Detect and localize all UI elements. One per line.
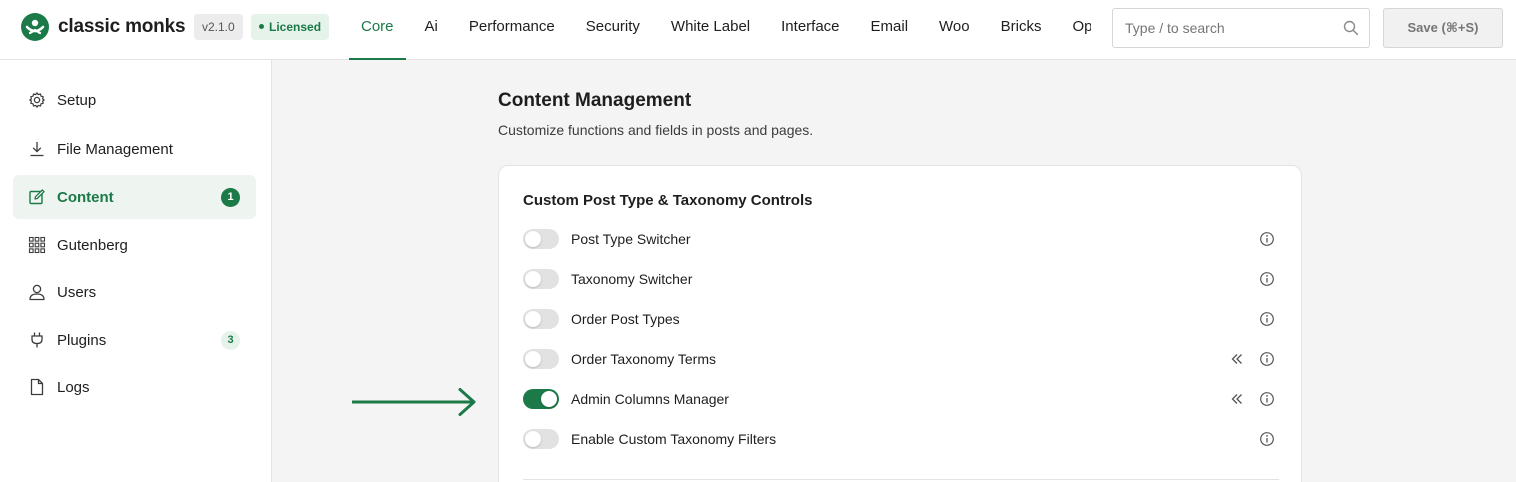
info-icon[interactable] [1259, 311, 1275, 332]
sidebar-item-users[interactable]: Users [13, 270, 256, 314]
download-icon [28, 140, 46, 158]
taxonomy-switcher-toggle[interactable] [523, 269, 559, 289]
sidebar-item-label: File Management [57, 140, 173, 158]
plug-icon [28, 331, 46, 349]
page-title: Content Management [498, 90, 692, 111]
sidebar-item-label: Plugins [57, 331, 107, 349]
sidebar-item-setup[interactable]: Setup [13, 78, 256, 122]
setting-row: Post Type Switcher [523, 227, 1279, 251]
info-icon[interactable] [1259, 271, 1275, 292]
info-icon[interactable] [1259, 231, 1275, 252]
status-dot-icon [259, 24, 264, 30]
user-icon [28, 283, 46, 301]
brand-logo[interactable]: classic monks [21, 13, 186, 41]
sidebar-item-gutenberg[interactable]: Gutenberg [13, 223, 256, 267]
sidebar-item-label: Content [57, 188, 114, 206]
sidebar-item-label: Setup [57, 91, 97, 109]
arrow-right-icon [352, 388, 478, 421]
tab-security[interactable]: Security [574, 0, 652, 60]
sidebar-item-label: Logs [57, 378, 90, 396]
setting-row: Enable Custom Taxonomy Filters [523, 427, 1279, 451]
search-icon[interactable] [1343, 20, 1359, 41]
version-badge: v2.1.0 [194, 14, 243, 40]
order-post-types-toggle[interactable] [523, 309, 559, 329]
sidebar-item-file-management[interactable]: File Management [13, 127, 256, 171]
setting-row: Order Post Types [523, 307, 1279, 331]
setting-row: Admin Columns Manager [523, 387, 1279, 411]
file-icon [28, 378, 46, 396]
setting-label: Enable Custom Taxonomy Filters [571, 431, 777, 447]
admin-columns-manager-toggle[interactable] [523, 389, 559, 409]
edit-icon [28, 188, 46, 206]
card-title: Custom Post Type & Taxonomy Controls [523, 192, 813, 209]
tab-core[interactable]: Core [349, 0, 406, 60]
custom-taxonomy-filters-toggle[interactable] [523, 429, 559, 449]
main-nav: Core Ai Performance Security White Label… [349, 0, 1091, 60]
page-subtitle: Customize functions and fields in posts … [498, 122, 814, 138]
setting-row: Taxonomy Switcher [523, 267, 1279, 291]
tab-interface[interactable]: Interface [769, 0, 851, 60]
sidebar-item-label: Users [57, 283, 97, 301]
setting-label: Post Type Switcher [571, 231, 691, 247]
count-badge: 1 [221, 188, 240, 207]
top-bar: classic monks v2.1.0 Licensed Core Ai Pe… [0, 0, 1516, 60]
sidebar-item-logs[interactable]: Logs [13, 365, 256, 409]
setting-label: Order Taxonomy Terms [571, 351, 716, 367]
info-icon[interactable] [1259, 391, 1275, 412]
setting-label: Taxonomy Switcher [571, 271, 693, 287]
search-box [1112, 8, 1370, 48]
count-badge: 3 [221, 331, 240, 350]
tab-ai[interactable]: Ai [413, 0, 450, 60]
chevrons-left-icon[interactable] [1229, 351, 1245, 372]
chevrons-left-icon[interactable] [1229, 391, 1245, 412]
brand-name: classic monks [58, 16, 186, 37]
tab-woo[interactable]: Woo [927, 0, 982, 60]
info-icon[interactable] [1259, 431, 1275, 452]
info-icon[interactable] [1259, 351, 1275, 372]
logo-icon [21, 13, 49, 41]
license-label: Licensed [269, 20, 322, 34]
setting-label: Admin Columns Manager [571, 391, 729, 407]
grid-icon [28, 236, 46, 254]
tab-performance[interactable]: Performance [457, 0, 567, 60]
settings-card: Custom Post Type & Taxonomy Controls Pos… [498, 165, 1302, 482]
license-badge: Licensed [251, 14, 330, 40]
setting-row: Order Taxonomy Terms [523, 347, 1279, 371]
save-button[interactable]: Save (⌘+S) [1383, 8, 1503, 48]
tab-email[interactable]: Email [859, 0, 921, 60]
sidebar-item-label: Gutenberg [57, 236, 128, 254]
sidebar: Setup File Management Content 1 Gutenber… [0, 60, 272, 482]
order-taxonomy-terms-toggle[interactable] [523, 349, 559, 369]
post-type-switcher-toggle[interactable] [523, 229, 559, 249]
setting-label: Order Post Types [571, 311, 680, 327]
tab-opt[interactable]: Opt [1060, 0, 1091, 60]
card-divider [523, 479, 1279, 480]
gear-icon [28, 91, 46, 109]
sidebar-item-content[interactable]: Content 1 [13, 175, 256, 219]
sidebar-item-plugins[interactable]: Plugins 3 [13, 318, 256, 362]
tab-white-label[interactable]: White Label [659, 0, 762, 60]
tab-bricks[interactable]: Bricks [989, 0, 1054, 60]
search-input[interactable] [1113, 9, 1333, 47]
